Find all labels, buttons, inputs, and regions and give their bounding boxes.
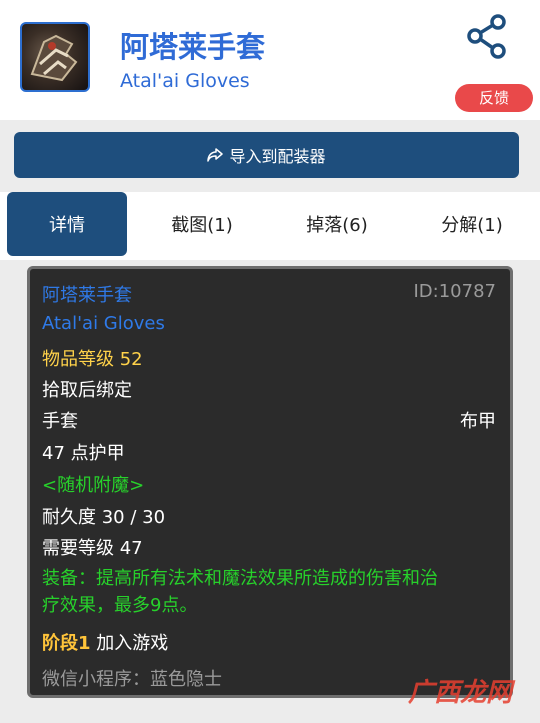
item-tooltip: 阿塔莱手套 ID:10787 Atal'ai Gloves 物品等级 52 拾取… xyxy=(27,266,513,698)
tooltip-bind: 拾取后绑定 xyxy=(42,380,132,401)
tooltip-required-level: 需要等级 47 xyxy=(42,538,143,559)
item-subtitle: Atal'ai Gloves xyxy=(120,70,250,92)
import-button-label: 导入到配装器 xyxy=(229,147,326,166)
tab-bar: 详情 截图(1) 掉落(6) 分解(1) xyxy=(0,192,540,260)
watermark-logo: 广西龙网 xyxy=(408,672,538,722)
tooltip-slot: 手套 xyxy=(42,411,78,432)
tooltip-stage-label: 阶段1 xyxy=(42,633,91,654)
item-title: 阿塔莱手套 xyxy=(120,30,266,64)
share-arrow-icon xyxy=(207,148,224,162)
tooltip-stage: 阶段1 加入游戏 xyxy=(42,629,168,655)
tooltip-stage-value: 加入游戏 xyxy=(96,633,169,654)
tooltip-item-id: ID:10787 xyxy=(413,281,497,302)
tab-drops[interactable]: 掉落(6) xyxy=(277,192,397,256)
tooltip-random-enchant: <随机附魔> xyxy=(42,475,145,496)
tooltip-item-name-en: Atal'ai Gloves xyxy=(42,313,165,334)
share-icon[interactable] xyxy=(462,14,514,60)
tooltip-item-name: 阿塔莱手套 xyxy=(42,285,132,306)
tooltip-item-level: 物品等级 52 xyxy=(42,349,143,370)
item-header: 阿塔莱手套 Atal'ai Gloves 反馈 xyxy=(0,0,540,120)
tooltip-durability: 耐久度 30 / 30 xyxy=(42,507,166,528)
tab-screenshots[interactable]: 截图(1) xyxy=(142,192,262,256)
tooltip-wechat-credit: 微信小程序：蓝色隐士 xyxy=(42,669,222,690)
glove-item-icon xyxy=(20,22,90,92)
tooltip-armor-type: 布甲 xyxy=(460,411,496,432)
tooltip-equip-line-1: 装备：提高所有法术和魔法效果所造成的伤害和治 xyxy=(42,568,438,589)
tooltip-equip-line-2: 疗效果，最多9点。 xyxy=(42,595,198,616)
import-to-planner-button[interactable]: 导入到配装器 xyxy=(14,132,519,178)
tooltip-armor: 47 点护甲 xyxy=(42,443,125,464)
feedback-button[interactable]: 反馈 xyxy=(455,84,533,112)
watermark-text: 广西龙网 xyxy=(408,678,513,708)
tooltip-equip-effect: 装备：提高所有法术和魔法效果所造成的伤害和治 疗效果，最多9点。 xyxy=(42,565,500,619)
tab-disenchant[interactable]: 分解(1) xyxy=(412,192,532,256)
tab-details[interactable]: 详情 xyxy=(7,192,127,256)
